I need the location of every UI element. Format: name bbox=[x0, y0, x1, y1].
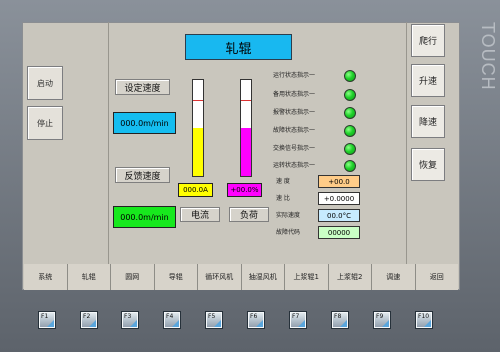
tab-circulation-fan[interactable]: 循环风机 bbox=[198, 264, 242, 290]
resume-button[interactable]: 恢复 bbox=[411, 148, 445, 181]
page-title: 轧辊 bbox=[185, 34, 292, 60]
param-value-speed: +00.0 bbox=[318, 175, 360, 188]
f4-icon bbox=[172, 320, 179, 327]
status-led-3 bbox=[344, 107, 356, 119]
param-label-fault-code: 故障代码 bbox=[276, 229, 301, 236]
f1-label: F1 bbox=[41, 313, 49, 320]
f5-label: F5 bbox=[208, 313, 216, 320]
status-label-4: 故障状态指示一 bbox=[273, 127, 316, 134]
set-speed-label: 设定速度 bbox=[115, 79, 170, 95]
load-gauge bbox=[240, 79, 252, 177]
current-gauge bbox=[192, 79, 204, 177]
tab-guide-roll[interactable]: 导辊 bbox=[154, 264, 198, 290]
status-label-1: 运行状态指示一 bbox=[273, 72, 316, 79]
f10-key[interactable]: F10 bbox=[415, 311, 433, 329]
crawl-button[interactable]: 爬行 bbox=[411, 24, 445, 57]
param-label-actual-speed: 实际速度 bbox=[276, 212, 301, 219]
status-led-1 bbox=[344, 70, 356, 82]
tab-roller[interactable]: 轧辊 bbox=[67, 264, 111, 290]
status-led-2 bbox=[344, 89, 356, 101]
f6-key[interactable]: F6 bbox=[247, 311, 265, 329]
tab-sizing-roll-1[interactable]: 上浆辊1 bbox=[285, 264, 329, 290]
tab-speed-adjust[interactable]: 调速 bbox=[372, 264, 416, 290]
param-value-fault-code: 00000 bbox=[318, 226, 360, 239]
f1-key[interactable]: F1 bbox=[38, 311, 56, 329]
current-value: 000.0A bbox=[178, 183, 213, 197]
f5-key[interactable]: F5 bbox=[205, 311, 223, 329]
f8-key[interactable]: F8 bbox=[331, 311, 349, 329]
f3-label: F3 bbox=[124, 313, 132, 320]
f7-key[interactable]: F7 bbox=[289, 311, 307, 329]
load-gauge-fill bbox=[241, 128, 251, 176]
start-button[interactable]: 启动 bbox=[27, 66, 63, 100]
f7-label: F7 bbox=[292, 313, 300, 320]
load-value: +00.0% bbox=[227, 183, 262, 197]
f2-key[interactable]: F2 bbox=[80, 311, 98, 329]
feedback-speed-label: 反馈速度 bbox=[115, 167, 170, 183]
param-label-ratio: 速 比 bbox=[276, 195, 290, 202]
stop-button[interactable]: 停止 bbox=[27, 106, 63, 140]
f7-icon bbox=[298, 320, 305, 327]
f2-icon bbox=[89, 320, 96, 327]
f9-icon bbox=[382, 320, 389, 327]
status-label-2: 备用状态指示一 bbox=[273, 91, 316, 98]
f6-label: F6 bbox=[250, 313, 258, 320]
tab-rotary-screen[interactable]: 圆网 bbox=[111, 264, 155, 290]
status-led-5 bbox=[344, 143, 356, 155]
tab-system[interactable]: 系统 bbox=[24, 264, 68, 290]
speed-down-button[interactable]: 降速 bbox=[411, 105, 445, 138]
f2-label: F2 bbox=[83, 313, 91, 320]
current-label: 电流 bbox=[180, 207, 220, 222]
left-divider bbox=[108, 22, 109, 264]
f6-icon bbox=[256, 320, 263, 327]
f3-key[interactable]: F3 bbox=[121, 311, 139, 329]
load-gauge-mark bbox=[241, 100, 251, 101]
status-label-3: 报警状态指示一 bbox=[273, 109, 316, 116]
status-label-5: 交换信号指示一 bbox=[273, 145, 316, 152]
f5-icon bbox=[214, 320, 221, 327]
speed-up-button[interactable]: 升速 bbox=[411, 64, 445, 97]
param-label-speed: 速 度 bbox=[276, 178, 290, 185]
right-divider bbox=[406, 22, 407, 264]
f4-key[interactable]: F4 bbox=[163, 311, 181, 329]
status-led-4 bbox=[344, 125, 356, 137]
set-speed-value: 000.0m/min bbox=[113, 112, 176, 134]
tab-dehumidify-fan[interactable]: 抽湿风机 bbox=[241, 264, 285, 290]
load-label: 负荷 bbox=[229, 207, 269, 222]
f8-icon bbox=[340, 320, 347, 327]
feedback-speed-value: 000.0m/min bbox=[113, 206, 176, 228]
f9-key[interactable]: F9 bbox=[373, 311, 391, 329]
status-led-6 bbox=[344, 160, 356, 172]
status-label-6: 运转状态指示一 bbox=[273, 162, 316, 169]
f10-label: F10 bbox=[418, 313, 430, 320]
f8-label: F8 bbox=[334, 313, 342, 320]
f4-label: F4 bbox=[166, 313, 174, 320]
param-value-actual-speed: 00.0°C bbox=[318, 209, 360, 222]
f3-icon bbox=[130, 320, 137, 327]
brand-label: TOUCH bbox=[478, 22, 498, 91]
tab-return[interactable]: 返回 bbox=[415, 264, 458, 290]
f9-label: F9 bbox=[376, 313, 384, 320]
bottom-tab-bar: 系统 轧辊 圆网 导辊 循环风机 抽湿风机 上浆辊1 上浆辊2 调速 返回 bbox=[24, 264, 458, 290]
current-gauge-fill bbox=[193, 128, 203, 176]
current-gauge-mark bbox=[193, 100, 203, 101]
f10-icon bbox=[424, 320, 431, 327]
param-value-ratio: +0.0000 bbox=[318, 192, 360, 205]
tab-sizing-roll-2[interactable]: 上浆辊2 bbox=[328, 264, 372, 290]
f1-icon bbox=[47, 320, 54, 327]
